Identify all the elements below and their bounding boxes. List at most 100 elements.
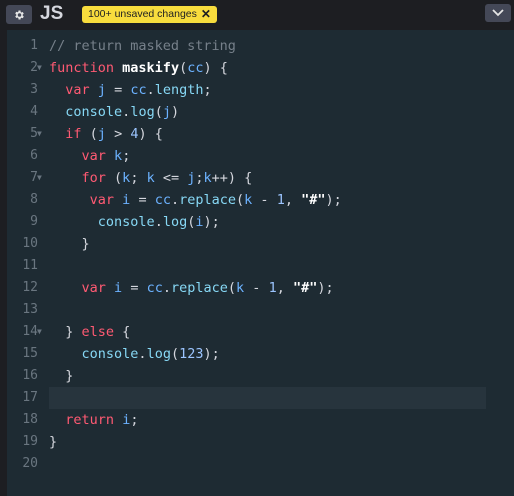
code-token: , (284, 192, 302, 208)
code-token: k (236, 280, 245, 296)
code-token: maskify (122, 60, 180, 76)
line-number: 1 (30, 38, 38, 53)
code-token: replace (170, 280, 228, 296)
code-token: cc (146, 280, 163, 296)
code-token: . (138, 346, 147, 362)
line-number: 14 (22, 324, 38, 339)
code-line[interactable]: } (49, 431, 57, 453)
fold-arrow-icon[interactable]: ▼ (37, 321, 42, 343)
line-number: 4 (30, 104, 38, 119)
code-token: ); (317, 280, 334, 296)
code-token: var (81, 280, 106, 296)
code-token: ( (105, 170, 123, 186)
code-token: . (162, 280, 171, 296)
code-token: else (81, 324, 115, 340)
code-line[interactable]: var i = cc.replace(k - 1, "#"); (49, 277, 334, 299)
code-token: } (49, 324, 82, 340)
editor-options-button[interactable] (485, 4, 511, 22)
code-line[interactable]: } (49, 365, 73, 387)
unsaved-changes-label: 100+ unsaved changes (88, 8, 197, 20)
code-token: = (122, 280, 147, 296)
code-token: log (146, 346, 171, 362)
code-token: console (97, 214, 155, 230)
active-line-highlight (49, 387, 486, 409)
chevron-down-icon (492, 9, 504, 17)
code-token: ) { (138, 126, 163, 142)
code-token: - (244, 280, 269, 296)
code-token: log (162, 214, 188, 230)
code-token: { (114, 324, 131, 340)
code-token: <= (154, 170, 188, 186)
editor-language-title: JS (40, 3, 64, 24)
line-number: 5 (30, 126, 38, 141)
line-number: 3 (30, 82, 38, 97)
code-line[interactable]: var i = cc.replace(k - 1, "#"); (49, 189, 342, 211)
code-token: cc (130, 82, 147, 98)
code-token: cc (187, 60, 204, 76)
unsaved-changes-badge[interactable]: 100+ unsaved changes ✕ (82, 6, 217, 23)
code-token: log (130, 104, 155, 120)
line-number: 15 (22, 346, 38, 361)
code-token: k (146, 170, 155, 186)
code-token: = (105, 82, 131, 98)
code-token: 123 (179, 346, 204, 362)
code-token: cc (154, 192, 171, 208)
code-token: } (49, 368, 74, 384)
fold-arrow-icon[interactable]: ▼ (37, 167, 42, 189)
code-token: j (162, 104, 171, 120)
code-token: for (81, 170, 106, 186)
code-token: length (154, 82, 204, 98)
code-token: console (81, 346, 139, 362)
code-line[interactable]: function maskify(cc) { (49, 57, 228, 79)
code-token: i (195, 214, 204, 230)
line-number: 2 (30, 60, 38, 75)
code-line[interactable]: return i; (49, 409, 138, 431)
code-token: ( (236, 192, 245, 208)
code-token: ( (170, 346, 180, 362)
code-token: j (97, 126, 106, 142)
code-token: var (81, 148, 106, 164)
code-line[interactable]: } (49, 233, 90, 255)
line-number: 18 (22, 412, 38, 427)
code-token: ( (81, 126, 98, 142)
code-token: 1 (276, 192, 285, 208)
code-line[interactable]: // return masked string (49, 35, 236, 57)
code-token: } (49, 434, 58, 450)
code-token: ) { (203, 60, 228, 76)
line-number: 20 (22, 456, 38, 471)
code-token: ; (203, 82, 212, 98)
code-line[interactable]: if (j > 4) { (49, 123, 163, 145)
code-line[interactable]: var j = cc.length; (49, 79, 212, 101)
line-number: 17 (22, 390, 38, 405)
code-line[interactable]: var k; (49, 145, 131, 167)
code-token: ; (130, 412, 139, 428)
editor-header: JS 100+ unsaved changes ✕ (0, 0, 514, 30)
fold-arrow-icon[interactable]: ▼ (37, 57, 42, 79)
code-line[interactable]: console.log(123); (49, 343, 220, 365)
line-number-gutter: 1 2 ▼ 3 4 5 ▼ 6 7 ▼ 8 9 10 11 12 13 14 ▼ 15 16 17 18 19 20 (7, 30, 44, 496)
code-token: ( (179, 60, 188, 76)
code-token: // return masked string (49, 38, 236, 54)
code-token: } (49, 236, 90, 252)
line-number: 10 (22, 236, 38, 251)
code-line[interactable]: console.log(i); (49, 211, 220, 233)
code-editor[interactable]: 1 2 ▼ 3 4 5 ▼ 6 7 ▼ 8 9 10 11 12 13 14 ▼ 15 16 17 18 19 20 // r… (7, 30, 514, 496)
code-line[interactable]: } else { (49, 321, 130, 343)
line-number: 9 (30, 214, 38, 229)
line-number: 13 (22, 302, 38, 317)
code-token: replace (179, 192, 237, 208)
code-token: console (65, 104, 123, 120)
fold-arrow-icon[interactable]: ▼ (37, 123, 42, 145)
code-line[interactable]: console.log(j) (49, 101, 179, 123)
close-icon[interactable]: ✕ (201, 6, 211, 23)
settings-button[interactable] (6, 5, 32, 24)
code-line[interactable]: for (k; k <= j;k++) { (49, 167, 253, 189)
